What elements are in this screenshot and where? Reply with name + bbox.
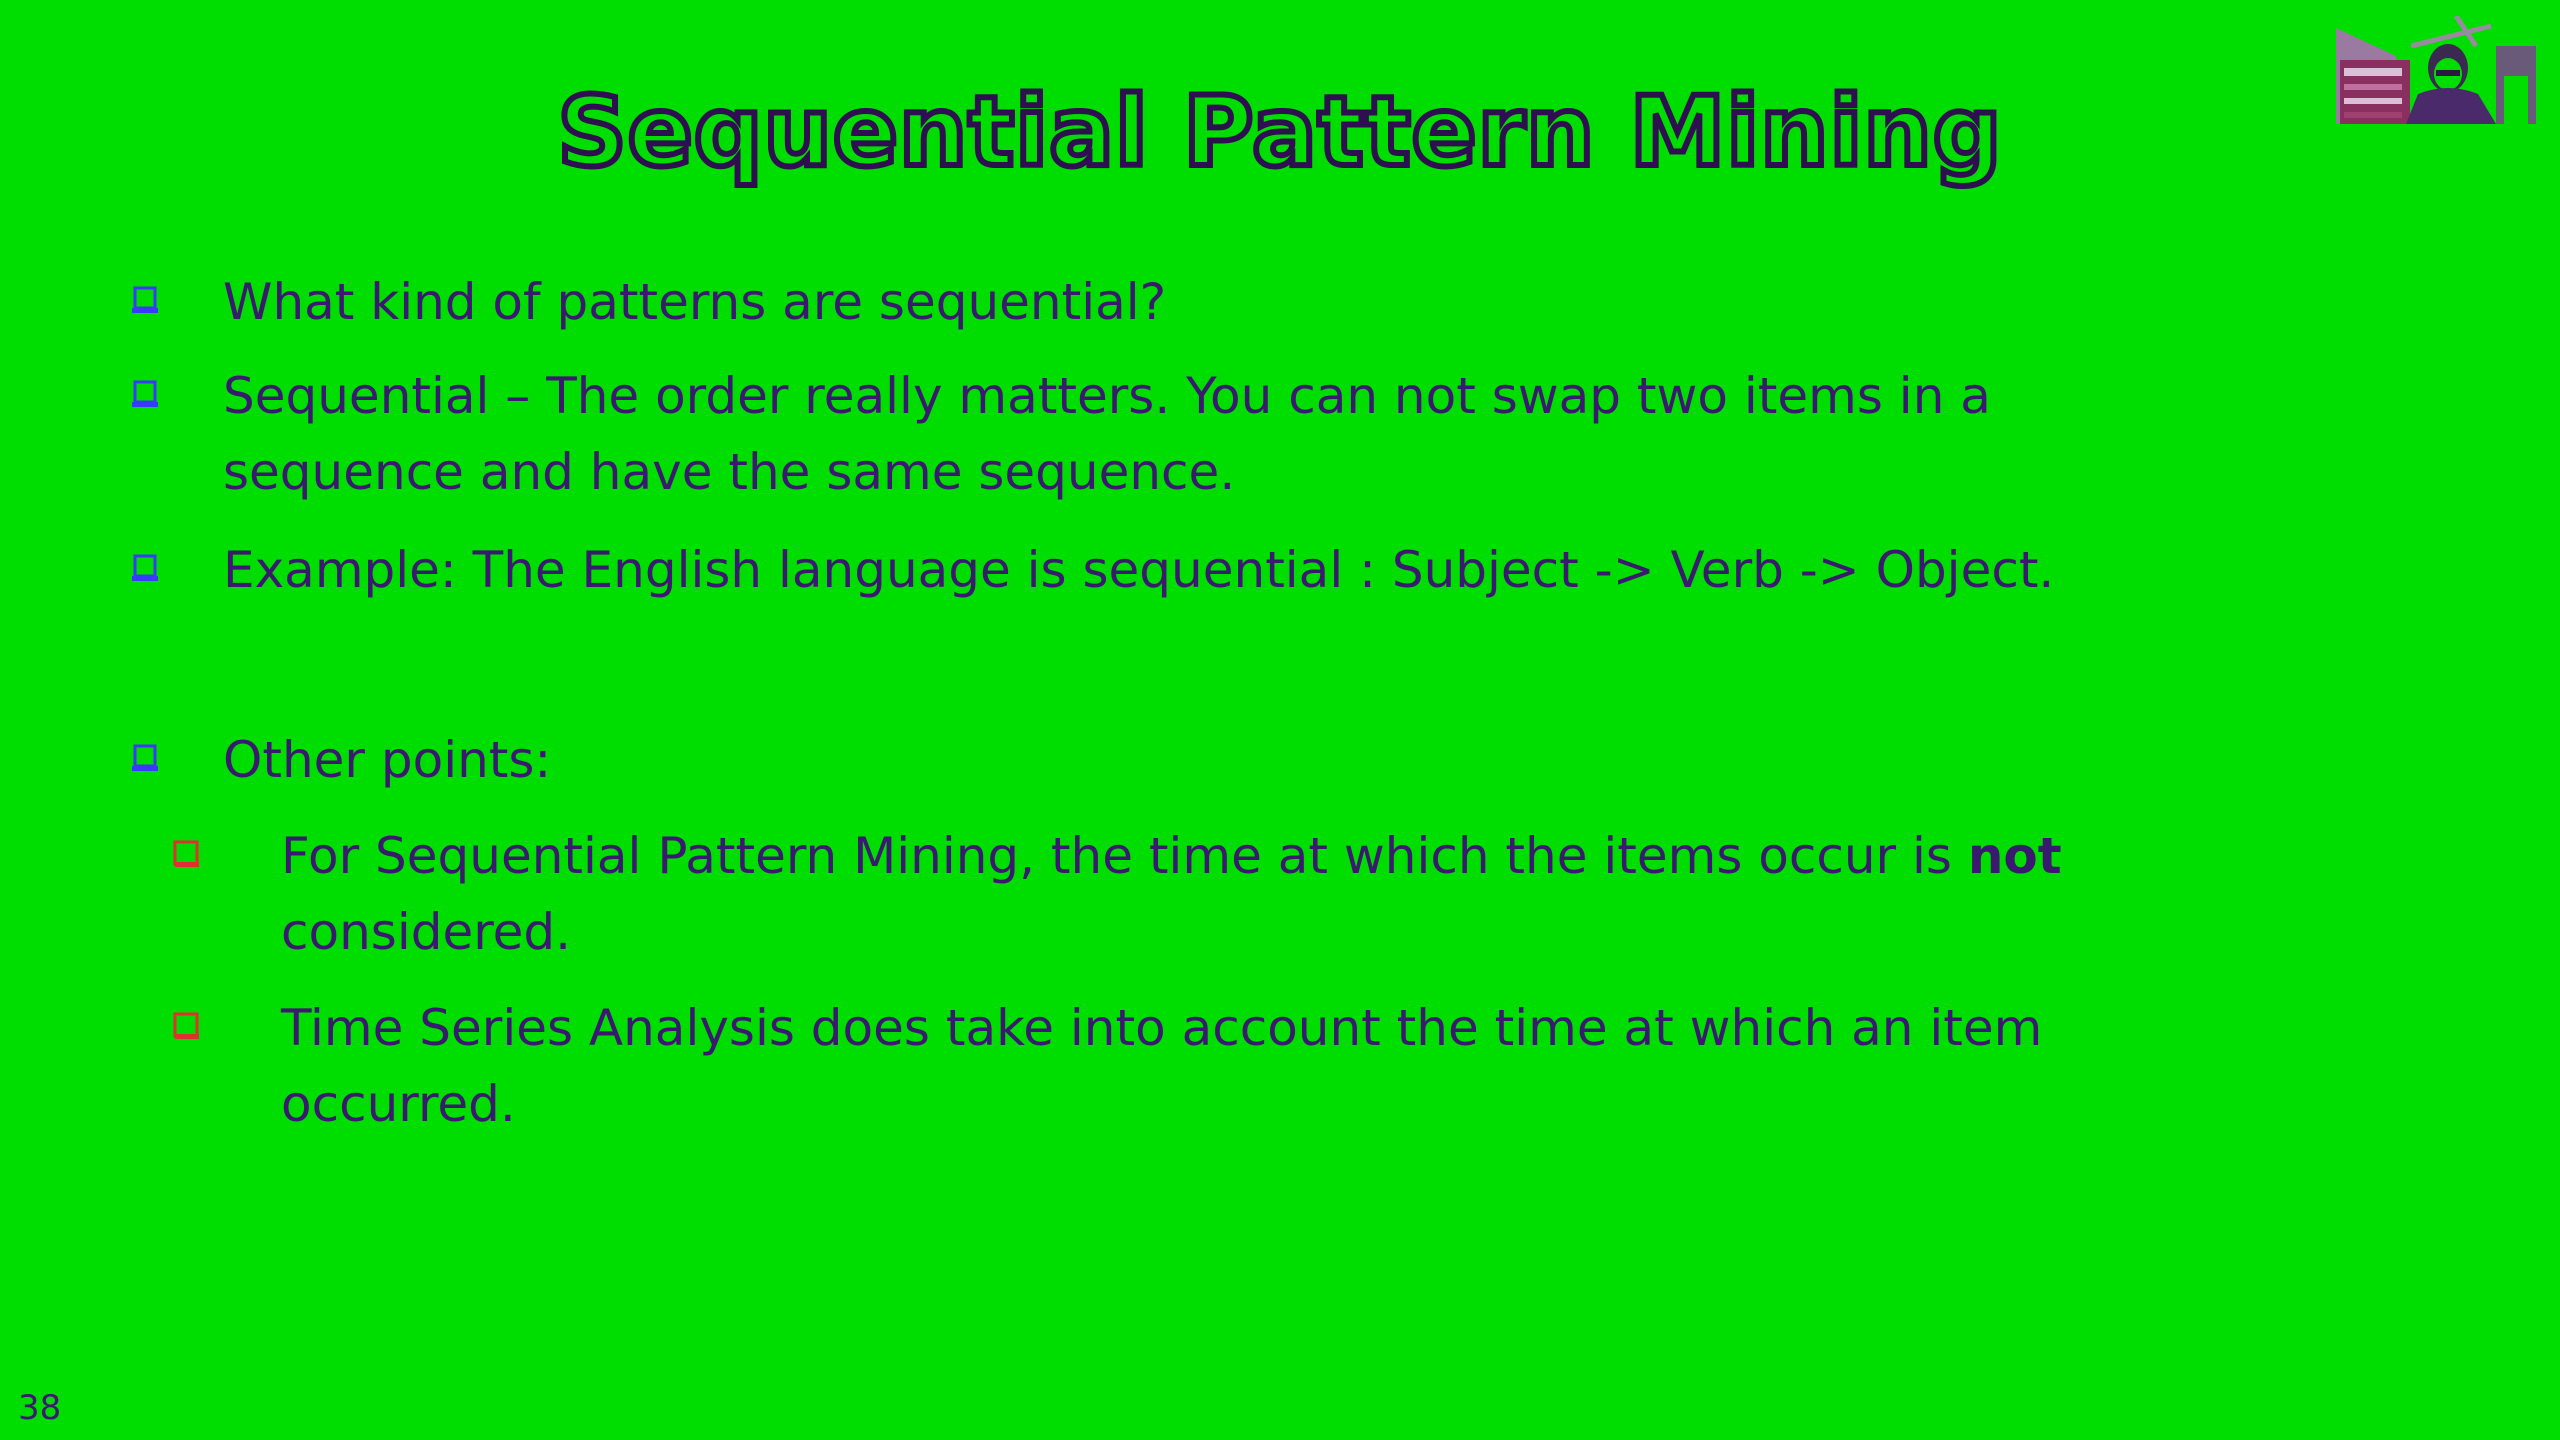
- slide: Sequential Pattern Mining What kind of p…: [0, 0, 2560, 1440]
- bullet-text: Other points:: [223, 731, 552, 789]
- slide-number: 38: [18, 1388, 62, 1428]
- sub-bullet-text-part: For Sequential Pattern Mining, the time …: [281, 827, 1968, 885]
- sub-bullet-text: For Sequential Pattern Mining, the time …: [281, 818, 2151, 970]
- sub-bullet-text: Time Series Analysis does take into acco…: [281, 999, 2043, 1133]
- sub-bullet-item: For Sequential Pattern Mining, the time …: [0, 818, 2560, 970]
- bullet-text: Sequential – The order really matters. Y…: [223, 367, 1991, 501]
- bullet-text: What kind of patterns are sequential?: [223, 273, 1167, 331]
- bullet-item: Example: The English language is sequent…: [0, 532, 2560, 608]
- sub-bullet-item: Time Series Analysis does take into acco…: [0, 990, 2560, 1142]
- bullet-text: Example: The English language is sequent…: [223, 541, 2055, 599]
- square-bullet-icon: [132, 744, 158, 771]
- bullet-item: Sequential – The order really matters. Y…: [0, 358, 2560, 510]
- square-bullet-icon: [132, 380, 158, 407]
- bullet-item: What kind of patterns are sequential?: [0, 264, 2560, 340]
- emphasized-word: not: [1967, 827, 2062, 885]
- square-bullet-icon: [132, 286, 158, 313]
- bullet-item: Other points:: [0, 722, 2560, 798]
- square-bullet-icon: [173, 1012, 199, 1039]
- sub-bullet-text-part: considered.: [281, 903, 572, 961]
- square-bullet-icon: [132, 554, 158, 581]
- slide-content: What kind of patterns are sequential? Se…: [0, 0, 2560, 1440]
- square-bullet-icon: [173, 840, 199, 867]
